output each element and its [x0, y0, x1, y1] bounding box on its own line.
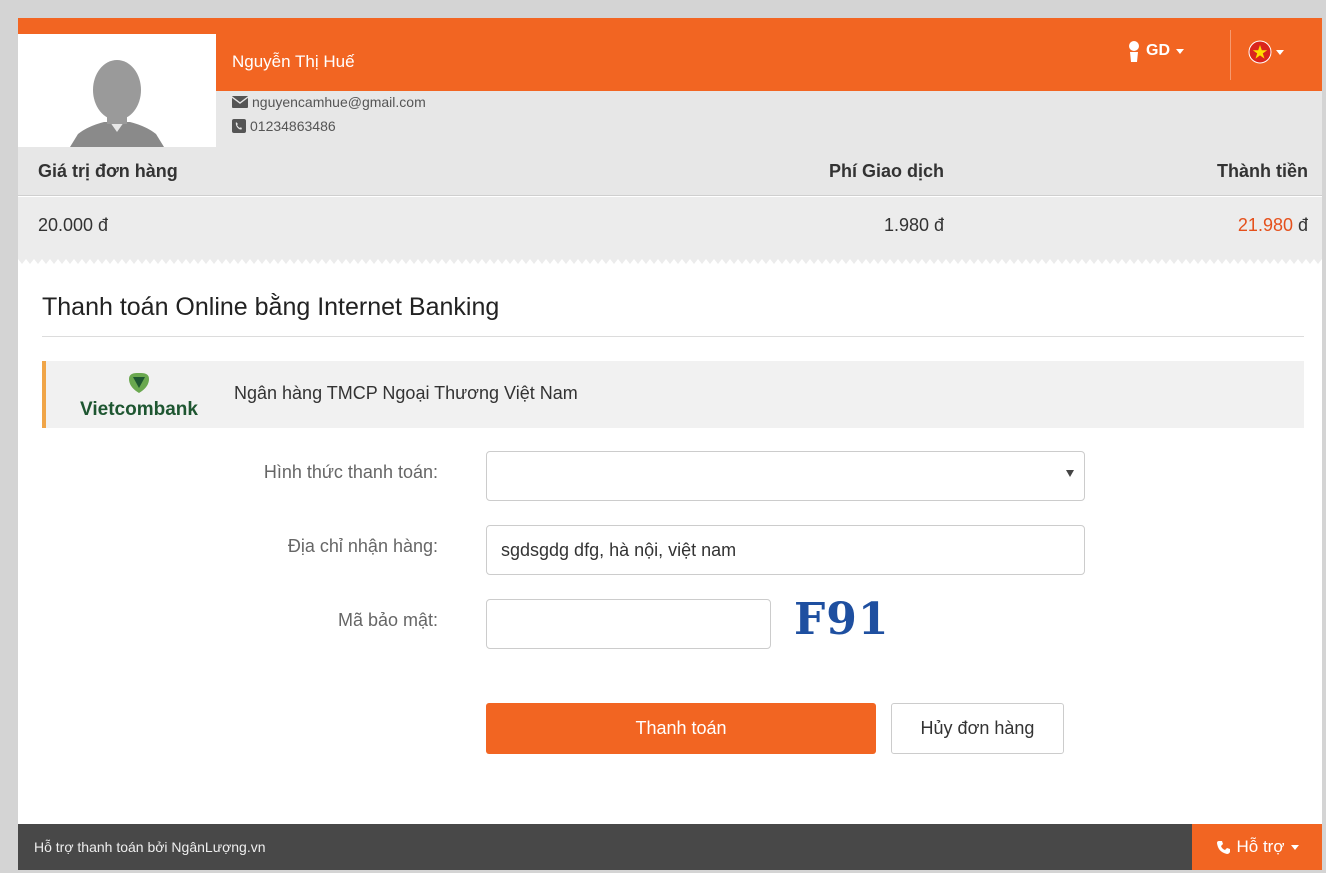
total-currency: đ [1292, 215, 1308, 235]
chevron-down-icon [1290, 844, 1299, 850]
bank-row: Vietcombank Ngân hàng TMCP Ngoại Thương … [42, 361, 1304, 428]
vietnam-flag-icon [1248, 40, 1272, 64]
avatar [18, 34, 216, 147]
payment-method-label: Hình thức thanh toán: [263, 462, 438, 482]
user-silhouette-icon [18, 34, 216, 147]
section-title: Thanh toán Online bằng Internet Banking [42, 293, 500, 321]
user-name: Nguyễn Thị Huế [232, 52, 355, 71]
dropdown-arrow-icon [1066, 470, 1074, 477]
phone-icon [1216, 840, 1230, 854]
phone-text: 01234863486 [250, 118, 336, 134]
cancel-order-button[interactable]: Hủy đơn hàng [891, 703, 1064, 754]
contact-email: nguyencamhue@gmail.com [232, 94, 426, 110]
contact-phone: 01234863486 [232, 118, 336, 134]
support-button[interactable]: Hỗ trợ [1192, 824, 1322, 870]
fee-value: 1.980 đ [883, 215, 944, 235]
vietcombank-logo: Vietcombank [80, 373, 198, 420]
summary-header: Giá trị đơn hàng Phí Giao dịch Thành tiề… [18, 147, 1322, 196]
total-value: 21.980 đ [1238, 215, 1308, 236]
payment-method-select[interactable] [486, 451, 1085, 501]
support-label: Hỗ trợ [1236, 837, 1285, 856]
footer: Hỗ trợ thanh toán bởi NgânLượng.vn Hỗ tr… [18, 824, 1322, 870]
fee-header: Phí Giao dịch [828, 161, 944, 181]
role-label: GD [1146, 42, 1170, 59]
summary-row: 20.000 đ 1.980 đ 21.980 đ [18, 197, 1322, 259]
chevron-down-icon [1276, 49, 1284, 55]
bank-name: Ngân hàng TMCP Ngoại Thương Việt Nam [234, 383, 578, 403]
section-divider [42, 336, 1304, 337]
payment-page: Nguyễn Thị Huế nguyencamhue@gmail.com 01… [18, 18, 1322, 870]
address-label: Địa chỉ nhận hàng: [287, 536, 438, 556]
email-text: nguyencamhue@gmail.com [252, 94, 426, 110]
bank-logo-text: Vietcombank [80, 399, 198, 420]
zigzag-divider [18, 259, 1322, 267]
phone-icon [232, 119, 246, 133]
footer-text: Hỗ trợ thanh toán bởi NgânLượng.vn [34, 839, 266, 855]
pay-button[interactable]: Thanh toán [486, 703, 876, 754]
captcha-label: Mã bảo mật: [337, 610, 438, 630]
captcha-image: F91 [794, 594, 890, 645]
address-input[interactable] [486, 525, 1085, 575]
language-menu[interactable] [1248, 40, 1284, 64]
order-value: 20.000 đ [38, 215, 109, 235]
envelope-icon [232, 96, 248, 108]
role-menu[interactable]: GD [1128, 40, 1184, 62]
user-icon [1129, 41, 1139, 62]
captcha-input[interactable] [486, 599, 771, 649]
total-header: Thành tiền [1217, 161, 1308, 181]
total-amount: 21.980 [1237, 215, 1293, 235]
nav-divider [1230, 30, 1231, 80]
order-value-header: Giá trị đơn hàng [38, 161, 178, 181]
chevron-down-icon [1176, 48, 1184, 54]
